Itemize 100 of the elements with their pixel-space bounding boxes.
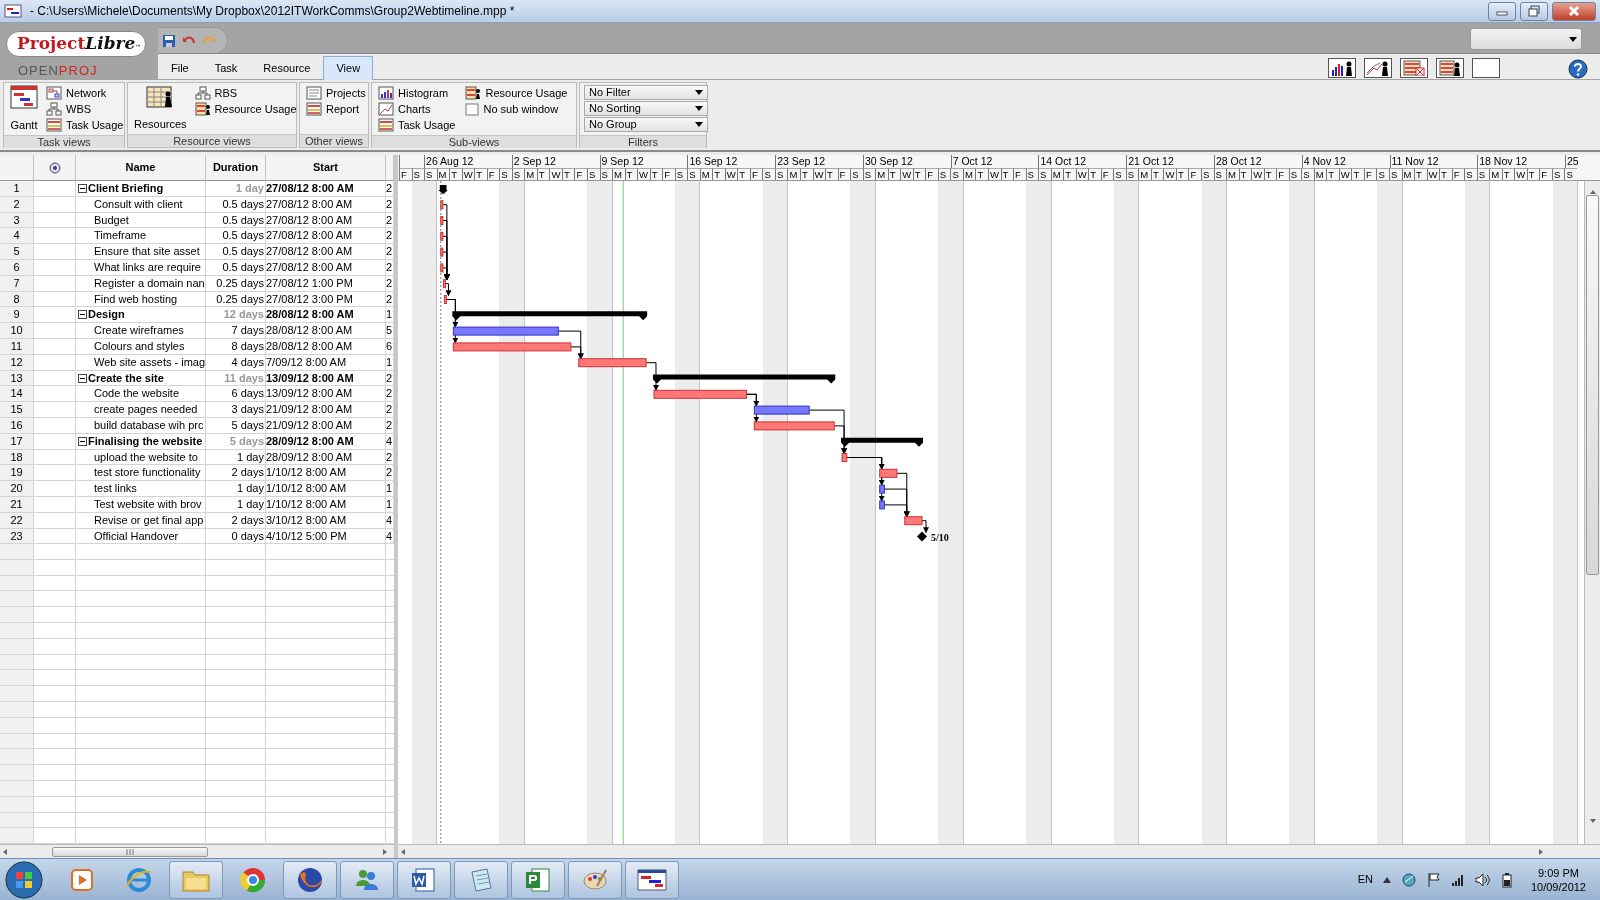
task-bar[interactable] — [879, 500, 885, 510]
chart-view-button[interactable] — [1364, 58, 1392, 78]
ribbon-button[interactable]: Projects — [304, 85, 368, 101]
usage-view-button[interactable] — [1400, 58, 1428, 78]
taskbar-button[interactable] — [340, 860, 394, 899]
task-name[interactable]: Timeframe — [76, 228, 206, 245]
task-name[interactable]: What links are require — [76, 260, 206, 276]
taskbar-button[interactable] — [511, 860, 565, 899]
resource-usage-button[interactable] — [1436, 58, 1464, 78]
task-bar[interactable] — [904, 516, 923, 526]
taskbar-button[interactable] — [625, 860, 679, 899]
collapse-icon[interactable] — [78, 310, 87, 320]
table-cell — [34, 465, 76, 482]
milestone-diamond[interactable] — [917, 531, 927, 542]
scrollbar[interactable] — [1584, 181, 1600, 844]
close-button[interactable] — [1552, 1, 1596, 21]
task-name[interactable]: Client Briefing — [76, 181, 206, 197]
column-header[interactable]: Duration — [206, 155, 266, 181]
task-bar[interactable] — [442, 279, 446, 289]
task-bar[interactable] — [879, 484, 885, 494]
ribbon-button[interactable]: Resource Usage — [463, 85, 570, 101]
task-bar[interactable] — [841, 453, 848, 462]
tray-expand-icon[interactable] — [1382, 876, 1391, 883]
summary-bar[interactable] — [653, 374, 836, 384]
ribbon-button[interactable]: Charts — [376, 101, 458, 117]
tab[interactable]: Task — [201, 56, 251, 81]
task-bar[interactable] — [578, 358, 647, 368]
task-bar[interactable] — [440, 200, 444, 210]
task-name[interactable]: Web site assets - imag — [76, 354, 206, 371]
dropdown[interactable]: No Filter — [584, 85, 708, 100]
flag-icon[interactable] — [1426, 871, 1441, 888]
task-name[interactable]: Budget — [76, 212, 206, 229]
scroll-thumb[interactable] — [52, 847, 208, 857]
collapse-icon[interactable] — [78, 373, 87, 383]
task-name[interactable]: Create wireframes — [76, 323, 206, 339]
dropdown[interactable]: No Group — [584, 117, 708, 132]
task-bar[interactable] — [879, 468, 898, 478]
task-bar[interactable] — [443, 295, 447, 304]
tab[interactable]: View — [323, 56, 374, 81]
network-icon[interactable] — [1400, 871, 1417, 888]
clock[interactable]: 9:09 PM 10/09/2012 — [1530, 865, 1586, 894]
ribbon-button[interactable]: Task Usage — [376, 117, 458, 133]
task-name[interactable]: Ensure that site asset — [76, 244, 206, 260]
histogram-view-button[interactable] — [1328, 58, 1356, 78]
task-name[interactable]: test links — [76, 481, 206, 497]
minimize-button[interactable] — [1488, 1, 1516, 21]
battery-icon[interactable] — [1500, 871, 1513, 888]
task-name[interactable]: Finalising the website — [76, 433, 206, 450]
ribbon-button[interactable]: WBS — [44, 101, 126, 117]
task-name[interactable]: create pages needed — [76, 402, 206, 418]
task-name[interactable]: Register a domain nan — [76, 275, 206, 292]
collapse-icon[interactable] — [78, 436, 87, 446]
toolbar-button[interactable] — [1472, 58, 1500, 78]
task-bar[interactable] — [440, 231, 444, 241]
task-bar[interactable] — [452, 326, 559, 336]
collapse-icon[interactable] — [78, 184, 87, 193]
language-indicator[interactable]: EN — [1357, 871, 1373, 888]
task-name[interactable]: build database wih prc — [76, 417, 206, 434]
task-name[interactable]: test store functionality — [76, 465, 206, 482]
task-name[interactable]: Test website with brov — [76, 496, 206, 513]
task-bar[interactable] — [653, 389, 747, 399]
column-header[interactable]: Start — [266, 155, 386, 181]
task-name[interactable]: Consult with client — [76, 196, 206, 213]
taskbar-button[interactable] — [283, 860, 337, 899]
signal-icon[interactable] — [1450, 872, 1465, 887]
task-name[interactable]: Design — [76, 307, 206, 324]
help-button[interactable] — [1568, 56, 1588, 80]
ribbon-button[interactable]: Task Usage — [44, 117, 126, 133]
task-bar[interactable] — [753, 405, 810, 415]
ribbon-button[interactable]: Network — [44, 85, 126, 101]
start-button[interactable] — [4, 859, 44, 900]
speaker-icon[interactable] — [1474, 872, 1491, 887]
taskbar-button[interactable] — [397, 860, 451, 899]
ribbon-button[interactable]: Report — [304, 101, 368, 117]
task-bar[interactable] — [440, 263, 444, 273]
tab[interactable]: File — [158, 56, 202, 81]
ribbon-button[interactable]: No sub window — [463, 101, 570, 117]
dropdown[interactable]: No Sorting — [584, 101, 708, 116]
summary-bar[interactable] — [438, 184, 448, 194]
task-name[interactable]: Find web hosting — [76, 291, 206, 308]
summary-bar[interactable] — [452, 311, 648, 321]
scroll-thumb[interactable] — [1586, 195, 1599, 575]
restore-button[interactable] — [1520, 1, 1548, 21]
summary-bar[interactable] — [841, 437, 923, 447]
task-name[interactable]: Colours and styles — [76, 338, 206, 355]
ribbon-button[interactable]: Gantt — [8, 85, 40, 133]
dropdown[interactable] — [1470, 28, 1582, 50]
task-bar[interactable] — [440, 247, 444, 257]
task-name[interactable]: upload the website to — [76, 449, 206, 466]
ribbon-button[interactable]: Resources — [132, 85, 189, 132]
task-name[interactable]: Revise or get final app — [76, 512, 206, 529]
task-bar[interactable] — [440, 216, 444, 225]
ribbon-button[interactable]: Resource Usage — [192, 101, 299, 117]
ribbon-button[interactable]: Histogram — [376, 85, 458, 101]
tab[interactable]: Resource — [250, 56, 324, 81]
task-name[interactable]: Create the site — [76, 370, 206, 387]
task-name[interactable]: Code the website — [76, 386, 206, 403]
column-header[interactable]: Name — [76, 155, 206, 181]
column-header[interactable] — [34, 155, 76, 181]
ribbon-button[interactable]: RBS — [192, 85, 299, 101]
